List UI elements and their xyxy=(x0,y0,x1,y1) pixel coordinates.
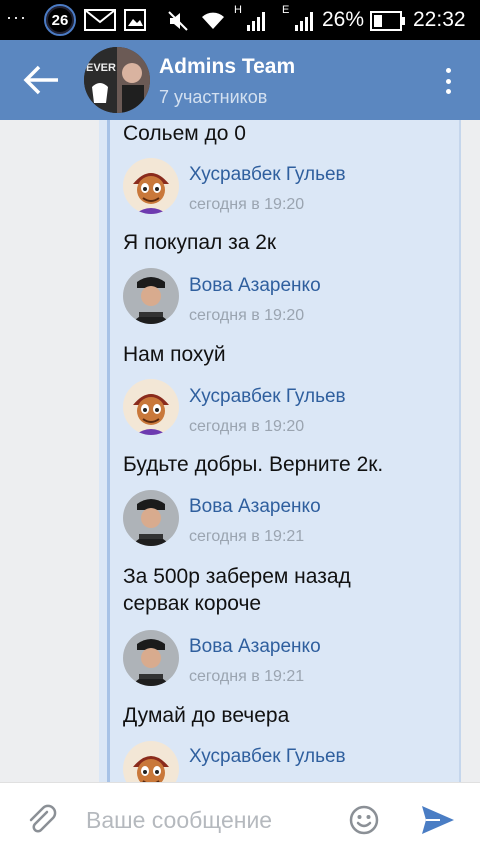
message-input[interactable] xyxy=(86,805,336,835)
author-name[interactable]: Хусравбек Гульев xyxy=(189,164,346,186)
battery-icon xyxy=(370,11,405,31)
author-name[interactable]: Хусравбек Гульев xyxy=(189,386,346,408)
signal-icon-2 xyxy=(295,12,313,31)
author-name[interactable]: Вова Азаренко xyxy=(189,275,321,297)
message-time: сегодня в 19:20 xyxy=(189,307,305,324)
author-name[interactable]: Хусравбек Гульев xyxy=(189,746,346,768)
police-avatar-icon xyxy=(123,268,179,324)
network-type-label: H xyxy=(234,4,242,16)
aladdin-avatar-icon xyxy=(123,379,179,435)
author-avatar[interactable] xyxy=(123,158,179,214)
muted-icon xyxy=(168,11,188,31)
message-text: Я покупал за 2к xyxy=(123,231,277,254)
author-avatar[interactable] xyxy=(123,630,179,686)
message-text: Думай до вечера xyxy=(123,704,290,727)
network-type-label-2: E xyxy=(282,4,290,16)
group-avatar[interactable]: EVER xyxy=(84,47,150,113)
send-icon[interactable] xyxy=(420,804,456,836)
message-time: сегодня в 19:20 xyxy=(189,196,305,213)
author-avatar[interactable] xyxy=(123,379,179,435)
author-avatar[interactable] xyxy=(123,268,179,324)
message-time: сегодня в 19:21 xyxy=(189,528,305,545)
message-time: сегодня в 19:21 xyxy=(189,668,305,685)
back-arrow-icon[interactable] xyxy=(22,62,62,98)
participants-count[interactable]: 7 участников xyxy=(159,87,267,108)
police-avatar-icon xyxy=(123,490,179,546)
message-text: Нам похуй xyxy=(123,343,226,366)
emoji-icon[interactable] xyxy=(348,804,380,836)
author-name[interactable]: Вова Азаренко xyxy=(189,496,321,518)
chat-header: EVER Admins Team 7 участников xyxy=(0,40,480,120)
message-text: Будьте добры. Верните 2к. xyxy=(123,453,384,476)
signal-icon xyxy=(247,12,265,31)
message-list[interactable]: Сольем до 0 Хусравбек Гульев сегодня в 1… xyxy=(0,120,480,782)
wifi-icon xyxy=(202,12,224,29)
status-bar: ··· 26 H E 26% 22:32 xyxy=(0,0,480,40)
gallery-icon xyxy=(124,9,146,31)
police-avatar-icon xyxy=(123,630,179,686)
paperclip-icon[interactable] xyxy=(25,803,59,837)
author-name[interactable]: Вова Азаренко xyxy=(189,636,321,658)
aladdin-avatar-icon xyxy=(123,158,179,214)
more-notifications-icon: ··· xyxy=(6,7,27,27)
chat-title[interactable]: Admins Team xyxy=(159,55,295,79)
message-composer xyxy=(0,782,480,854)
clock: 22:32 xyxy=(413,8,466,31)
author-avatar[interactable] xyxy=(123,490,179,546)
battery-percent: 26% xyxy=(322,8,365,31)
forwarded-quote-line xyxy=(107,120,110,782)
notification-counter-badge: 26 xyxy=(44,4,76,36)
mail-icon xyxy=(84,9,116,31)
more-menu-icon[interactable] xyxy=(436,64,460,98)
avatar-text: EVER xyxy=(86,62,116,74)
message-text: За 500р заберем назад сервак короче xyxy=(123,565,351,615)
message-text: Сольем до 0 xyxy=(123,122,246,145)
message-time: сегодня в 19:20 xyxy=(189,418,305,435)
